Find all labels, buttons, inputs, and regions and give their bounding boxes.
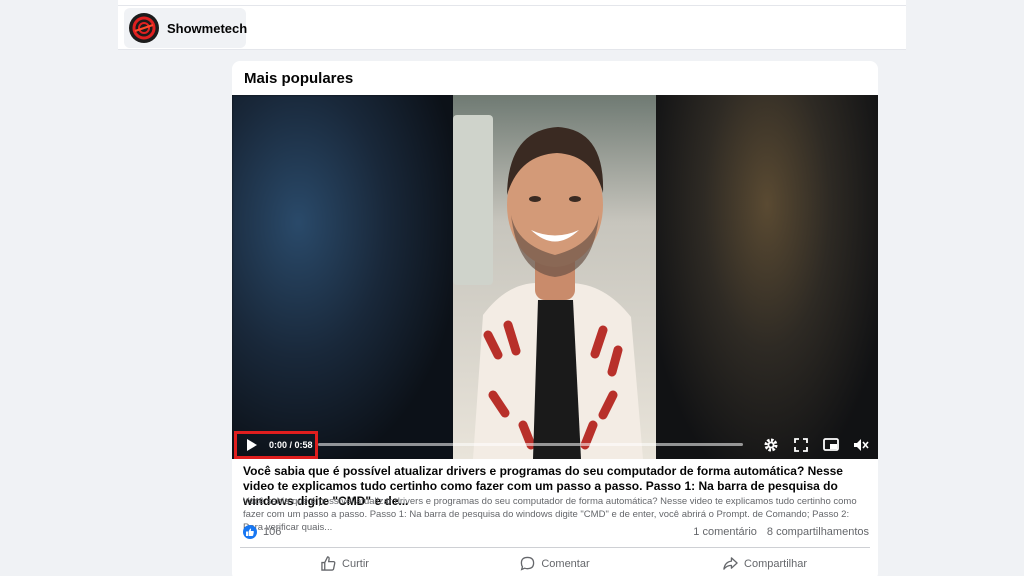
share-icon — [723, 557, 738, 570]
page-name: Showmetech — [167, 20, 248, 36]
post-stats: 106 1 comentário 8 compartilhamentos — [243, 524, 869, 540]
video-controls: 0:00 / 0:58 — [232, 431, 878, 459]
engagement-counts: 1 comentário 8 compartilhamentos — [693, 526, 869, 538]
picture-in-picture-icon[interactable] — [822, 436, 840, 454]
video-controls-right — [762, 435, 870, 455]
post-actions: Curtir Comentar Compartilhar — [240, 547, 870, 576]
progress-bar[interactable] — [318, 443, 743, 446]
shares-count[interactable]: 8 compartilhamentos — [767, 526, 869, 538]
video-blur-right — [656, 95, 878, 459]
likes-count: 106 — [263, 526, 282, 538]
fullscreen-icon[interactable] — [792, 436, 810, 454]
comments-count[interactable]: 1 comentário — [693, 526, 757, 538]
comment-label: Comentar — [541, 557, 590, 570]
playback-time-highlight: 0:00 / 0:58 — [234, 431, 318, 459]
page-header: Showmetech — [118, 0, 906, 50]
like-reaction-icon — [243, 525, 257, 539]
mute-icon[interactable] — [852, 436, 870, 454]
showmetech-logo-icon — [129, 13, 159, 43]
reactions[interactable]: 106 — [243, 525, 281, 539]
video-frame — [453, 95, 656, 459]
share-button[interactable]: Compartilhar — [660, 548, 870, 576]
video-player[interactable]: 0:00 / 0:58 — [232, 95, 878, 459]
section-title: Mais populares — [244, 70, 354, 87]
play-icon[interactable] — [243, 436, 261, 454]
page-chip-showmetech[interactable]: Showmetech — [124, 8, 248, 48]
video-blur-left — [232, 95, 453, 459]
top-strip — [118, 0, 906, 6]
video-person — [473, 127, 643, 459]
gear-icon[interactable] — [762, 436, 780, 454]
comment-icon — [521, 556, 535, 571]
playback-time: 0:00 / 0:58 — [269, 440, 313, 450]
like-label: Curtir — [342, 557, 369, 570]
thumbs-up-icon — [321, 556, 336, 571]
like-button[interactable]: Curtir — [240, 548, 450, 576]
most-popular-card: Mais populares 0:00 / 0:58 Você sabia qu… — [232, 61, 878, 576]
share-label: Compartilhar — [744, 557, 807, 570]
comment-button[interactable]: Comentar — [450, 548, 660, 576]
